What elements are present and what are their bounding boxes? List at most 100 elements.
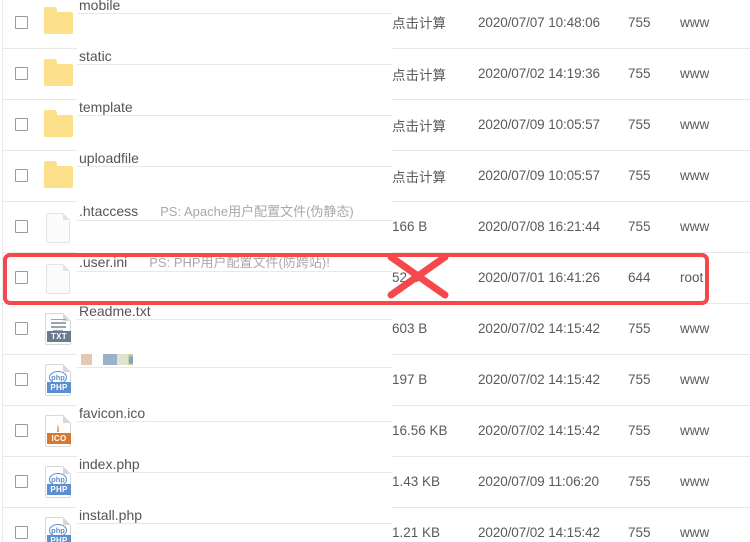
row-icon-cell [39,48,77,100]
file-modified-date: 2020/07/01 16:41:26 [478,252,628,304]
file-table-body: mobile 点击计算 2020/07/07 10:48:06 755 www stati… [3,0,750,542]
file-name[interactable]: static [77,48,112,64]
row-checkbox-cell[interactable] [3,201,39,253]
row-checkbox-cell[interactable] [3,48,39,100]
folder-icon [41,106,77,144]
file-name[interactable]: Readme.txt [77,303,151,319]
row-checkbox[interactable] [14,322,28,335]
row-name-cell: favicon.ico [77,405,392,422]
file-modified-date: 2020/07/07 10:48:06 [478,0,628,49]
table-row[interactable]: .htaccess PS: Apache用户配置文件(伪静态) 166 B 2020/… [3,201,750,253]
row-checkbox[interactable] [14,271,28,284]
row-checkbox-cell[interactable] [3,99,39,151]
file-name[interactable]: mobile [77,0,120,13]
row-icon-cell [39,201,77,253]
file-size: 197 B [392,354,478,406]
file-owner[interactable]: www [680,0,750,49]
row-icon-cell: TXT [39,303,77,355]
file-owner[interactable]: www [680,48,750,100]
row-icon-cell [39,99,77,151]
php-file-icon: php PHP [41,463,77,501]
folder-icon [41,157,77,195]
php-file-icon: php PHP [41,361,77,399]
row-checkbox[interactable] [14,424,28,437]
row-name-cell: .user.ini PS: PHP用户配置文件(防跨站)! [77,252,392,272]
file-owner[interactable]: www [680,456,750,508]
table-row[interactable]: .user.ini PS: PHP用户配置文件(防跨站)! 52 B 2020/07/… [3,252,750,304]
row-checkbox-cell[interactable] [3,0,39,49]
row-checkbox[interactable] [14,220,28,233]
row-checkbox[interactable] [14,526,28,539]
file-name[interactable]: template [77,99,133,115]
calc-size-link[interactable]: 点击计算 [392,48,478,100]
file-name[interactable]: .user.ini [77,254,127,270]
row-checkbox[interactable] [14,118,28,131]
file-modified-date: 2020/07/09 10:05:57 [478,150,628,202]
row-checkbox-cell[interactable] [3,507,39,542]
row-checkbox-cell[interactable] [3,405,39,457]
file-name[interactable]: install.php [77,507,142,523]
table-row[interactable]: static 点击计算 2020/07/02 14:19:36 755 www [3,48,750,100]
file-owner[interactable]: www [680,150,750,202]
row-checkbox-cell[interactable] [3,252,39,304]
table-row[interactable]: php PHP install.php 1.21 KB 2020/07/02 14:15… [3,507,750,542]
file-permission[interactable]: 755 [628,405,680,457]
file-name[interactable]: index.php [77,456,140,472]
file-permission[interactable]: 755 [628,48,680,100]
table-row[interactable]: mobile 点击计算 2020/07/07 10:48:06 755 www [3,0,750,49]
row-icon-cell [39,0,77,49]
file-table: mobile 点击计算 2020/07/07 10:48:06 755 www stati… [3,0,750,542]
file-owner[interactable]: www [680,354,750,406]
row-checkbox[interactable] [14,475,28,488]
row-name-cell: Readme.txt [77,303,392,320]
row-icon-cell: i ICO [39,405,77,457]
table-row[interactable]: i ICO favicon.ico 16.56 KB 2020/07/02 14:15:… [3,405,750,457]
row-checkbox-cell[interactable] [3,456,39,508]
row-icon-cell: php PHP [39,456,77,508]
file-name[interactable]: .htaccess [77,203,138,219]
file-name[interactable]: uploadfile [77,150,139,166]
file-modified-date: 2020/07/02 14:15:42 [478,354,628,406]
file-size: 52 B [392,252,478,304]
file-modified-date: 2020/07/02 14:15:42 [478,507,628,542]
file-permission[interactable]: 755 [628,354,680,406]
row-checkbox[interactable] [14,169,28,182]
file-permission[interactable]: 755 [628,507,680,542]
txt-file-icon: TXT [41,310,77,348]
file-owner[interactable]: root [680,252,750,304]
row-icon-cell [39,252,77,304]
row-checkbox[interactable] [14,373,28,386]
file-permission[interactable]: 644 [628,252,680,304]
file-name[interactable]: favicon.ico [77,405,145,421]
table-row[interactable]: php PHP 197 B 2020/07/02 14:15:42 755 www [3,354,750,406]
row-checkbox[interactable] [14,15,28,29]
calc-size-link[interactable]: 点击计算 [392,99,478,151]
file-owner[interactable]: www [680,405,750,457]
file-owner[interactable]: www [680,507,750,542]
file-permission[interactable]: 755 [628,303,680,355]
table-row[interactable]: TXT Readme.txt 603 B 2020/07/02 14:15:42 755… [3,303,750,355]
file-owner[interactable]: www [680,303,750,355]
file-permission[interactable]: 755 [628,456,680,508]
row-checkbox-cell[interactable] [3,354,39,406]
table-row[interactable]: template 点击计算 2020/07/09 10:05:57 755 www [3,99,750,151]
row-checkbox-cell[interactable] [3,150,39,202]
file-permission[interactable]: 755 [628,201,680,253]
row-checkbox[interactable] [14,67,28,80]
table-row[interactable]: uploadfile 点击计算 2020/07/09 10:05:57 755 www [3,150,750,202]
file-manager-list: mobile 点击计算 2020/07/07 10:48:06 755 www stati… [0,0,750,542]
row-name-cell: index.php [77,456,392,473]
row-name-cell: .htaccess PS: Apache用户配置文件(伪静态) [77,201,392,221]
file-permission[interactable]: 755 [628,99,680,151]
calc-size-link[interactable]: 点击计算 [392,0,478,49]
table-row[interactable]: php PHP index.php 1.43 KB 2020/07/09 11:06:2… [3,456,750,508]
file-permission[interactable]: 755 [628,150,680,202]
blank-file-icon [41,259,77,297]
file-owner[interactable]: www [680,99,750,151]
row-checkbox-cell[interactable] [3,303,39,355]
calc-size-link[interactable]: 点击计算 [392,150,478,202]
row-icon-cell [39,150,77,202]
file-owner[interactable]: www [680,201,750,253]
row-name-cell: template [77,99,392,116]
file-permission[interactable]: 755 [628,0,680,49]
